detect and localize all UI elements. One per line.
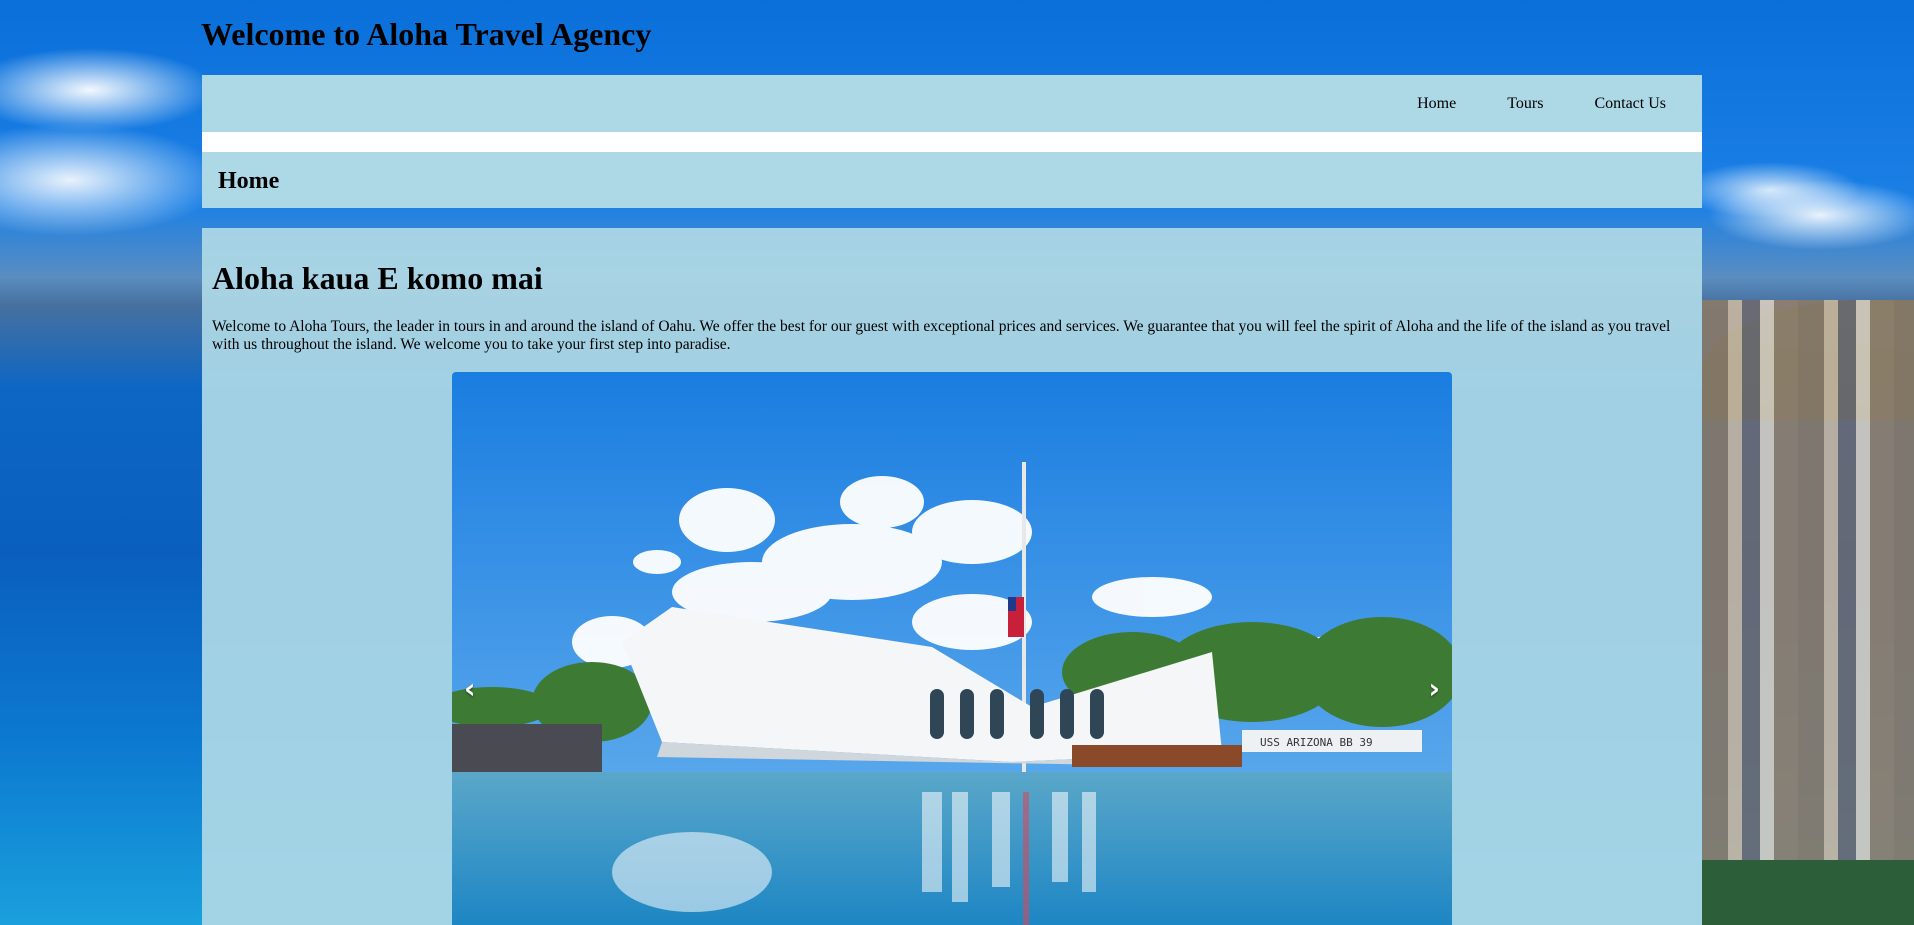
nav-contact-link[interactable]: Contact Us — [1594, 95, 1666, 113]
welcome-heading: Aloha kaua E komo mai — [212, 260, 543, 296]
nav-tours-link[interactable]: Tours — [1507, 95, 1543, 113]
nav-home-link[interactable]: Home — [1417, 95, 1456, 113]
nav-divider-strip — [202, 132, 1702, 152]
slide-image: USS ARIZONA BB 39 — [452, 372, 1452, 925]
background-trees — [1702, 860, 1914, 925]
carousel-prev-icon[interactable]: ‹ — [464, 672, 476, 705]
slide-sign-text: USS ARIZONA BB 39 — [1260, 736, 1373, 749]
main-content: Aloha kaua E komo mai Welcome to Aloha T… — [202, 228, 1702, 925]
site-title: Welcome to Aloha Travel Agency — [201, 16, 652, 52]
page-title: Home — [218, 168, 280, 194]
carousel-next-icon[interactable]: › — [1428, 672, 1440, 705]
top-navbar: Home Tours Contact Us — [202, 75, 1702, 132]
intro-paragraph: Welcome to Aloha Tours, the leader in to… — [212, 318, 1671, 353]
page-header: Home — [202, 152, 1702, 208]
image-carousel[interactable]: USS ARIZONA BB 39 ‹ › — [452, 372, 1452, 925]
background-city — [1702, 300, 1914, 925]
